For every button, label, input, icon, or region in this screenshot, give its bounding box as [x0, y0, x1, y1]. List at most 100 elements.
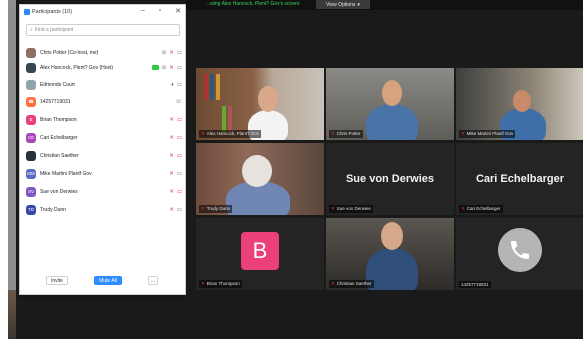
participant-row[interactable]: Alex Hancock, Plent? Gov (Host) ⊘ ✕ ▭ [26, 61, 182, 74]
participant-row[interactable]: ☎ 14257719031 ☏ [26, 95, 182, 108]
person-head [382, 80, 402, 106]
mic-muted-icon: ✕ [461, 131, 465, 136]
participant-row[interactable]: SV Sue von Derwies ✕ ▭ [26, 185, 182, 198]
more-options-button[interactable]: ... [148, 276, 158, 285]
search-icon: ⌕ [30, 27, 33, 33]
avatar: CE [26, 132, 36, 143]
avatar [26, 150, 36, 161]
mic-muted-icon: ✕ [201, 206, 205, 211]
tile-name-label: ✕ Mike Martini Plantf Gov [459, 130, 516, 138]
book-icon [210, 74, 214, 100]
person-head [513, 90, 531, 112]
video-off-icon: ▭ [176, 152, 182, 159]
phone-icon [511, 241, 529, 259]
tile-name-label: ✕ Trudy Dunn [199, 205, 233, 213]
participant-name: Alex Hancock, Plent? Gov (Host) [40, 64, 114, 71]
screen-share-icon [151, 65, 159, 70]
mic-muted-icon: ✕ [201, 131, 205, 136]
video-off-icon: ⊘ [161, 49, 167, 56]
book-icon [204, 74, 208, 100]
participant-display-name: Sue von Derwies [345, 173, 435, 185]
avatar [26, 47, 36, 58]
close-icon[interactable]: ✕ [175, 7, 181, 15]
tile-name-label: ✕ Sue von Derwies [329, 205, 373, 213]
participant-status: ⊘ ✕ ▭ [151, 64, 182, 71]
video-off-icon: ▭ [176, 134, 182, 141]
video-off-icon: ▭ [176, 188, 182, 195]
maximize-icon[interactable]: ▫ [159, 7, 161, 15]
tile-name-label: ✕ Cari Echelbarger [459, 205, 503, 213]
participant-name: Edmonds Court [40, 81, 75, 88]
video-tile-sue[interactable]: Sue von Derwies ✕ Sue von Derwies [326, 143, 454, 215]
book-icon [228, 106, 232, 132]
phone-avatar-icon: ☎ [26, 96, 36, 107]
participant-row[interactable]: CE Cari Echelbarger ✕ ▭ [26, 131, 182, 144]
video-tile-christian[interactable]: ✕ Christian Saether [326, 218, 454, 290]
mic-muted-icon: ✕ [169, 188, 174, 195]
video-tile-alex[interactable]: ✕ Alex Hancock, Plant? Gov [196, 68, 324, 140]
mute-all-button[interactable]: Mute All [94, 276, 122, 285]
mic-muted-icon: ✕ [169, 49, 174, 56]
camera-icon: ▭ [176, 49, 182, 56]
phone-icon: ☏ [175, 98, 182, 105]
participant-status: ✕ ▭ [169, 189, 182, 195]
mic-muted-icon: ✕ [461, 206, 465, 211]
avatar [26, 79, 36, 90]
participant-row[interactable]: Chris Potter (Co-host, me) ⊘ ✕ ▭ [26, 46, 182, 59]
participant-row[interactable]: Edmonds Court ♦ ▭ [26, 78, 182, 91]
invite-button[interactable]: Invite [46, 276, 68, 285]
participant-row[interactable]: Christian Saether ✕ ▭ [26, 149, 182, 162]
minimize-icon[interactable]: – [141, 7, 145, 15]
video-tile-mike[interactable]: ✕ Mike Martini Plantf Gov [456, 68, 583, 140]
window-controls: – ▫ ✕ [141, 7, 181, 15]
participant-status: ✕ ▭ [169, 153, 182, 159]
view-options-label: View Options [326, 1, 356, 8]
participant-status: ⊘ ✕ ▭ [162, 50, 182, 56]
participant-name: Mike Martini Plantf Gov [40, 170, 92, 177]
chevron-down-icon: ▾ [357, 1, 360, 8]
search-placeholder: Find a participant [34, 27, 74, 33]
avatar [26, 62, 36, 73]
participant-name: Trudy Dunn [40, 206, 66, 213]
participant-status: ✕ ▭ [169, 171, 182, 177]
book-icon [216, 74, 220, 100]
panel-footer: Invite Mute All ... [20, 276, 185, 288]
search-input[interactable]: ⌕ Find a participant [26, 24, 180, 36]
person-head [258, 86, 278, 112]
phone-icon [498, 228, 542, 272]
zoom-logo-icon [24, 9, 30, 15]
video-off-icon: ▭ [176, 116, 182, 123]
person-head [381, 222, 403, 250]
mic-muted-icon: ✕ [169, 206, 174, 213]
avatar: SV [26, 186, 36, 197]
mic-muted-icon: ✕ [169, 64, 174, 71]
tile-name-label: ✕ Christian Saether [329, 280, 374, 288]
mic-muted-icon: ✕ [201, 281, 205, 286]
participant-status: ✕ ▭ [169, 207, 182, 213]
view-options-button[interactable]: View Options ▾ [316, 0, 370, 9]
mic-muted-icon: ✕ [169, 116, 174, 123]
avatar: TD [26, 204, 36, 215]
tile-name-label: ✕ Alex Hancock, Plant? Gov [199, 130, 262, 138]
video-tile-brian[interactable]: B ✕ Brian Thompson [196, 218, 324, 290]
participant-display-name: Cari Echelbarger [475, 173, 565, 185]
participants-panel: Participants (10) – ▫ ✕ ⌕ Find a partici… [19, 4, 186, 295]
mic-muted-icon: ✕ [331, 281, 335, 286]
participant-name: Chris Potter (Co-host, me) [40, 49, 99, 56]
participant-status: ♦ ▭ [171, 82, 182, 88]
person-torso [366, 248, 418, 290]
participant-row[interactable]: B Brian Thompson ✕ ▭ [26, 113, 182, 126]
participant-row[interactable]: MM Mike Martini Plantf Gov ✕ ▭ [26, 167, 182, 180]
video-tile-cari[interactable]: Cari Echelbarger ✕ Cari Echelbarger [456, 143, 583, 215]
tile-name-label: ✕ Chris Potter [329, 130, 363, 138]
video-tile-trudy[interactable]: ✕ Trudy Dunn [196, 143, 324, 215]
participant-row[interactable]: TD Trudy Dunn ✕ ▭ [26, 203, 182, 216]
video-tile-phone[interactable]: 14257719031 [456, 218, 583, 290]
panel-title: Participants (10) [24, 9, 72, 15]
avatar: B [26, 114, 36, 125]
book-icon [222, 106, 226, 132]
mic-muted-icon: ✕ [169, 170, 174, 177]
video-tile-chris[interactable]: ✕ Chris Potter [326, 68, 454, 140]
person-torso [366, 104, 418, 140]
tile-name-label: ✕ Brian Thompson [199, 280, 242, 288]
